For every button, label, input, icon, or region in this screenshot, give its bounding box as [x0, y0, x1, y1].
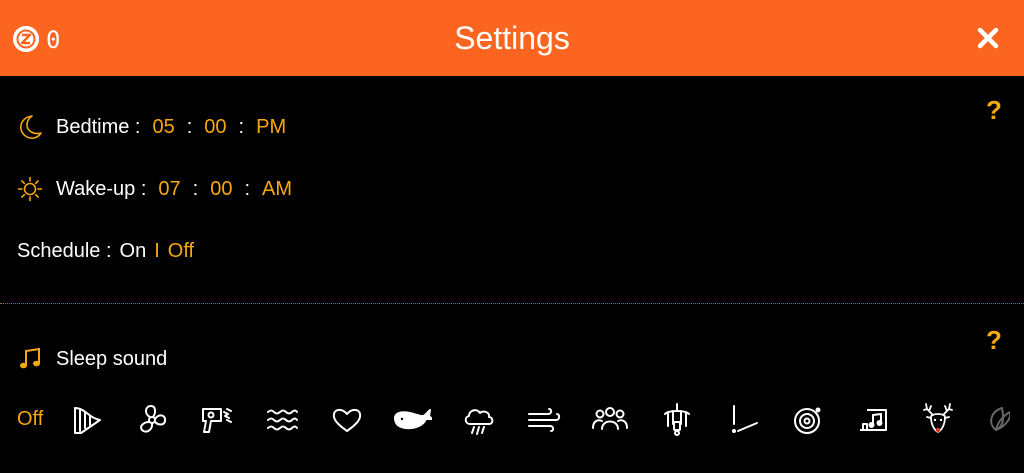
sound-off-option[interactable]: Off [17, 408, 43, 431]
hair-dryer-icon [202, 408, 232, 433]
close-button[interactable] [972, 22, 1004, 54]
bedtime-colon: : [238, 116, 245, 138]
wakeup-label: Wake-up : [56, 178, 147, 200]
sound-option-heart[interactable] [327, 400, 367, 442]
section-divider [0, 303, 1024, 304]
mobile-toy-icon [664, 403, 690, 436]
metronome-icon [732, 405, 758, 433]
heart-icon [332, 408, 362, 432]
sun-icon [17, 176, 43, 202]
sound-option-metronome[interactable] [722, 400, 762, 442]
schedule-divider: I [154, 240, 160, 262]
moon-icon [17, 114, 43, 140]
z-counter: 0 [46, 26, 61, 54]
music-box-icon [860, 409, 887, 431]
bedtime-minute[interactable]: 00 [204, 112, 226, 142]
fan-icon [140, 405, 167, 433]
schedule-on-toggle[interactable]: On [120, 236, 147, 266]
wakeup-row: Wake-up : 07 : 00 : AM [17, 174, 292, 204]
sound-option-reindeer[interactable] [918, 400, 958, 442]
sleep-sound-label: Sleep sound [56, 348, 168, 370]
sound-option-harp[interactable] [67, 400, 107, 442]
bedtime-label: Bedtime : [56, 116, 141, 138]
sound-option-vinyl[interactable] [787, 400, 827, 442]
help-button-sound[interactable]: ? [986, 325, 1002, 355]
vinyl-icon [794, 407, 821, 434]
wakeup-ampm[interactable]: AM [262, 174, 292, 204]
waves-icon [267, 409, 298, 431]
bedtime-ampm[interactable]: PM [256, 112, 286, 142]
whale-icon [394, 409, 433, 430]
leaf-icon [990, 407, 1010, 431]
wakeup-colon: : [244, 178, 251, 200]
sound-option-fan[interactable] [132, 400, 172, 442]
sound-option-leaf[interactable] [982, 400, 1010, 442]
rain-cloud-icon [464, 409, 494, 435]
bedtime-colon: : [186, 116, 193, 138]
harp-icon [74, 407, 101, 434]
sound-option-hair-dryer[interactable] [197, 400, 237, 442]
wakeup-minute[interactable]: 00 [210, 174, 232, 204]
sound-option-wind[interactable] [524, 400, 564, 442]
sound-option-mobile[interactable] [657, 400, 697, 442]
bedtime-row: Bedtime : 05 : 00 : PM [17, 112, 286, 142]
sound-option-rain[interactable] [459, 400, 499, 442]
music-note-icon [17, 346, 43, 372]
schedule-label: Schedule : [17, 240, 112, 262]
schedule-row: Schedule : On I Off [17, 236, 194, 266]
sound-option-waves[interactable] [262, 400, 302, 442]
sound-option-music-box[interactable] [855, 400, 895, 442]
sleep-sound-row: Sleep sound [17, 344, 167, 374]
sound-option-whale[interactable] [392, 400, 433, 442]
bedtime-hour[interactable]: 05 [152, 112, 174, 142]
reindeer-icon [923, 403, 953, 433]
page-title: Settings [454, 20, 570, 56]
crowd-icon [592, 407, 628, 430]
sound-option-crowd[interactable] [590, 400, 630, 442]
sleep-z-icon [13, 26, 39, 52]
close-icon [977, 27, 999, 49]
wakeup-colon: : [192, 178, 199, 200]
wakeup-hour[interactable]: 07 [158, 174, 180, 204]
help-button-schedule[interactable]: ? [986, 95, 1002, 125]
schedule-off-toggle[interactable]: Off [168, 236, 194, 266]
wind-icon [528, 408, 561, 432]
